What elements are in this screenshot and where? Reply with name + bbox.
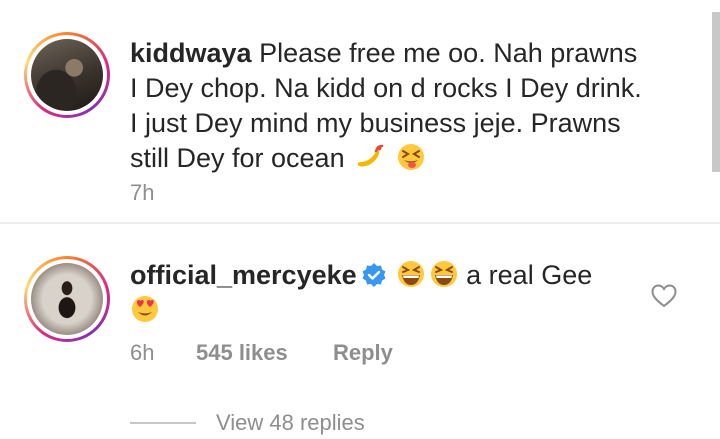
comment-meta: 6h 545 likes Reply bbox=[130, 340, 393, 366]
hot-pepper-emoji bbox=[358, 144, 384, 167]
heart-eyes-emoji bbox=[132, 296, 158, 322]
comment-time: 6h bbox=[130, 340, 155, 365]
comment-username[interactable]: kiddwaya bbox=[130, 38, 252, 68]
view-replies-label[interactable]: View 48 replies bbox=[216, 410, 365, 436]
view-replies[interactable]: View 48 replies bbox=[130, 410, 365, 436]
avatar[interactable] bbox=[31, 263, 103, 335]
comment-likes-count[interactable]: 545 likes bbox=[196, 340, 333, 366]
comments-thread: kiddwaya Please free me oo. Nah prawns I… bbox=[0, 0, 720, 439]
squinting-tongue-emoji bbox=[397, 144, 424, 170]
avatar[interactable] bbox=[31, 39, 103, 111]
avatar-story-ring[interactable] bbox=[24, 256, 110, 342]
comment-body: kiddwaya Please free me oo. Nah prawns I… bbox=[130, 36, 650, 176]
comment-time: 7h bbox=[130, 180, 155, 205]
comment-meta: 7h bbox=[130, 180, 196, 206]
reply-button[interactable]: Reply bbox=[333, 340, 393, 366]
scrollbar[interactable] bbox=[712, 12, 720, 172]
comment-username[interactable]: official_mercyeke bbox=[130, 260, 357, 290]
comment-text: a real Gee bbox=[466, 260, 593, 290]
like-heart-icon[interactable] bbox=[651, 284, 677, 308]
avatar-story-ring[interactable] bbox=[24, 32, 110, 118]
grinning-squinting-emoji bbox=[397, 261, 424, 287]
verified-badge-icon bbox=[362, 263, 386, 287]
grinning-squinting-emoji bbox=[430, 261, 457, 287]
replies-divider-line bbox=[130, 422, 196, 424]
comment-body: official_mercyeke a real Gee bbox=[130, 258, 650, 328]
divider bbox=[0, 222, 720, 224]
